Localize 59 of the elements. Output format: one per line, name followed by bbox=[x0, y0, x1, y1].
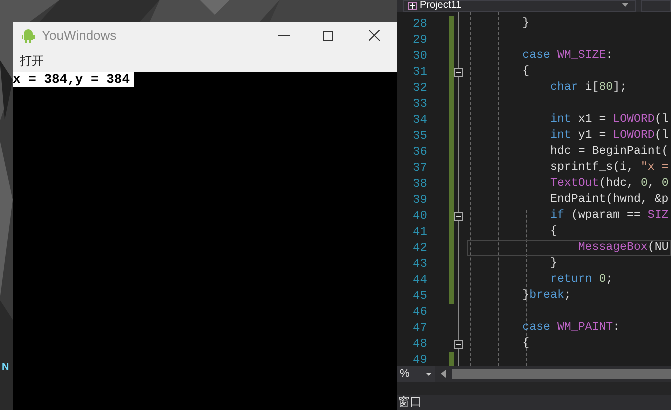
window-title: YouWindows bbox=[42, 26, 117, 45]
line-number: 43 bbox=[413, 256, 428, 272]
code-line: EndPaint(hwnd, &p bbox=[549, 192, 669, 208]
code-line: case WM_PAINT: bbox=[522, 320, 620, 336]
line-number: 29 bbox=[413, 32, 428, 48]
horizontal-scrollbar[interactable] bbox=[452, 369, 671, 379]
code-line: MessageBox(NU bbox=[577, 240, 669, 256]
code-line: }break; bbox=[522, 288, 572, 304]
line-number: 30 bbox=[413, 48, 428, 64]
maximize-icon[interactable] bbox=[323, 30, 333, 40]
menu-item[interactable]: 打开 bbox=[20, 52, 44, 70]
line-number: 42 bbox=[413, 240, 428, 256]
code-line: { bbox=[549, 224, 558, 240]
collapse-icon[interactable] bbox=[454, 340, 463, 349]
line-number: 41 bbox=[413, 224, 428, 240]
project-dropdown[interactable]: Project11 bbox=[403, 0, 636, 12]
line-number: 45 bbox=[413, 288, 428, 304]
code-line: } bbox=[522, 16, 530, 32]
line-number: 49 bbox=[413, 352, 428, 366]
android-icon bbox=[22, 28, 35, 42]
panel-tab[interactable]: 窗口 bbox=[398, 396, 422, 409]
code-line: if (wparam == SIZ bbox=[549, 208, 669, 224]
code-line: hdc = BeginPaint( bbox=[549, 144, 669, 160]
line-number: 37 bbox=[413, 160, 428, 176]
project-icon bbox=[408, 2, 417, 10]
code-line: TextOut(hdc, 0, 0 bbox=[549, 176, 669, 192]
collapse-icon[interactable] bbox=[454, 212, 463, 221]
client-text: x = 384,y = 384 bbox=[13, 72, 134, 87]
code-line: sprintf_s(i, "x = bbox=[549, 160, 669, 176]
code-line: case WM_SIZE: bbox=[522, 48, 614, 64]
line-number: 46 bbox=[413, 304, 428, 320]
caret-icon bbox=[622, 3, 629, 7]
close-icon[interactable] bbox=[369, 30, 380, 41]
line-number: 28 bbox=[413, 16, 428, 32]
desktop-icon-label: N bbox=[2, 362, 10, 374]
line-number: 36 bbox=[413, 144, 428, 160]
line-number: 48 bbox=[413, 336, 428, 352]
zoom-dropdown[interactable]: % bbox=[397, 366, 435, 382]
code-line: char i[80]; bbox=[549, 80, 628, 96]
line-number: 32 bbox=[413, 80, 428, 96]
line-number: 40 bbox=[413, 208, 428, 224]
line-number: 39 bbox=[413, 192, 428, 208]
caret-icon bbox=[426, 372, 432, 376]
code-line: } bbox=[549, 256, 558, 272]
code-line: int y1 = LOWORD(l bbox=[549, 128, 669, 144]
line-number: 31 bbox=[413, 64, 428, 80]
line-number: 33 bbox=[413, 96, 428, 112]
line-number: 44 bbox=[413, 272, 428, 288]
minimize-icon[interactable] bbox=[278, 34, 290, 36]
code-line: { bbox=[522, 64, 530, 80]
code-line: return 0; bbox=[549, 272, 614, 288]
code-line: int x1 = LOWORD(l bbox=[549, 112, 669, 128]
line-number: 34 bbox=[413, 112, 428, 128]
collapse-icon[interactable] bbox=[454, 68, 463, 77]
scroll-left-icon[interactable] bbox=[441, 370, 446, 378]
code-line: { bbox=[522, 336, 530, 352]
line-number: 38 bbox=[413, 176, 428, 192]
line-number: 47 bbox=[413, 320, 428, 336]
line-number: 35 bbox=[413, 128, 428, 144]
